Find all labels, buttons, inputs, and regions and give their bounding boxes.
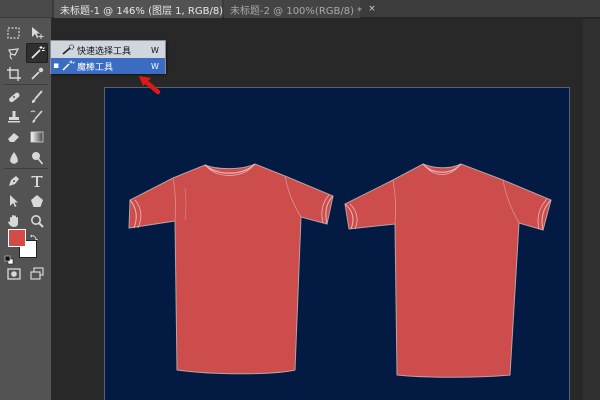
crop-icon[interactable] <box>3 64 25 84</box>
annotation-arrow-icon <box>136 73 162 95</box>
tab-close-icon[interactable]: × <box>368 4 376 14</box>
photoshop-window: 未标题-1 @ 146% (图层 1, RGB/8) * × 未标题-2 @ 1… <box>0 0 600 400</box>
red-tshirt-left <box>128 163 334 375</box>
eyedropper-icon[interactable] <box>26 64 48 84</box>
tab-label: 未标题-1 @ 146% (图层 1, RGB/8) * <box>60 5 232 17</box>
marquee-icon[interactable] <box>3 23 25 43</box>
tools-panel-grip[interactable] <box>0 0 52 18</box>
clone-stamp-icon[interactable] <box>3 107 25 127</box>
menu-item-marker: ▪ <box>52 61 60 71</box>
selection-tool-flyout: 快速选择工具 W ▪ 魔棒工具 W <box>50 40 166 74</box>
path-selection-icon[interactable] <box>3 191 25 211</box>
toolbar-separator <box>4 84 48 85</box>
menu-item-label: 魔棒工具 <box>77 62 114 73</box>
spot-healing-icon[interactable] <box>3 87 25 107</box>
gradient-icon[interactable] <box>26 127 48 147</box>
quick-mask-icon[interactable] <box>3 264 25 284</box>
type-icon[interactable] <box>26 171 48 191</box>
screen-mode-icon[interactable] <box>26 264 48 284</box>
menu-item-shortcut: W <box>151 45 159 55</box>
tab-document-1[interactable]: 未标题-1 @ 146% (图层 1, RGB/8) * × <box>54 0 245 18</box>
pen-icon[interactable] <box>3 171 25 191</box>
foreground-color-swatch[interactable] <box>8 229 26 247</box>
tab-document-2[interactable]: 未标题-2 @ 100%(RGB/8) * × <box>224 0 376 18</box>
menu-item-shortcut: W <box>151 61 159 71</box>
tab-label: 未标题-2 @ 100%(RGB/8) * <box>230 5 363 17</box>
right-panel-edge <box>583 19 600 400</box>
quick-selection-tool-item[interactable]: 快速选择工具 W <box>51 42 165 58</box>
shape-icon[interactable] <box>26 191 48 211</box>
swap-colors-icon[interactable] <box>29 228 39 241</box>
menu-item-label: 快速选择工具 <box>77 46 132 57</box>
move-icon[interactable] <box>26 23 48 43</box>
history-brush-icon[interactable] <box>26 107 48 127</box>
lasso-icon[interactable] <box>3 44 25 64</box>
document-tab-bar: 未标题-1 @ 146% (图层 1, RGB/8) * × 未标题-2 @ 1… <box>52 0 600 18</box>
default-colors-icon[interactable] <box>4 250 14 265</box>
tools-panel <box>0 0 52 400</box>
magic-wand-icon[interactable] <box>26 43 48 63</box>
eraser-icon[interactable] <box>3 127 25 147</box>
canvas-artwork <box>128 163 552 378</box>
toolbar-separator <box>4 168 48 169</box>
brush-icon[interactable] <box>26 87 48 107</box>
magic-wand-icon <box>61 60 75 72</box>
magic-wand-tool-item[interactable]: ▪ 魔棒工具 W <box>51 58 165 74</box>
red-tshirt-right <box>344 163 552 378</box>
document-canvas[interactable] <box>104 87 570 400</box>
quick-selection-icon <box>61 44 75 56</box>
dodge-icon[interactable] <box>26 148 48 168</box>
blur-icon[interactable] <box>3 148 25 168</box>
hand-icon[interactable] <box>3 211 25 231</box>
